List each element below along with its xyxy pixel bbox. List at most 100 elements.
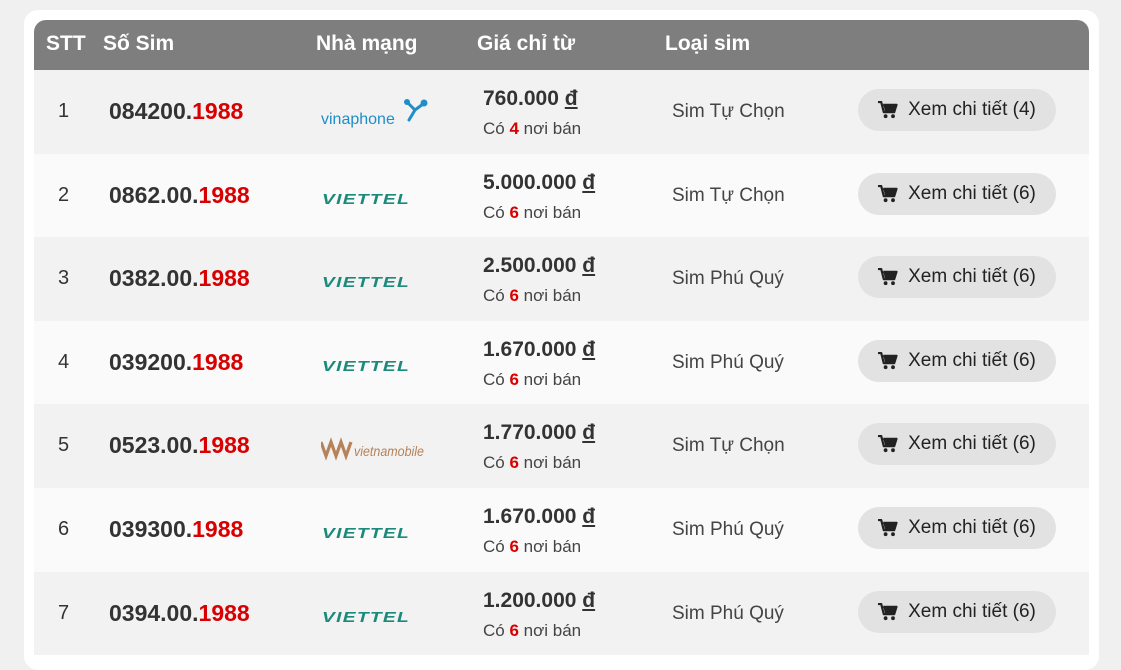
table-row: 3 0382.00.1988 VIETTEL 2.500.000 đ Có 6 … (34, 237, 1089, 321)
view-detail-label: Xem chi tiết (6) (908, 433, 1036, 455)
row-index: 6 (58, 517, 70, 540)
seller-prefix: Có (483, 536, 505, 556)
sim-number[interactable]: 039200.1988 (109, 349, 243, 376)
price-value: 760.000 (483, 87, 559, 110)
price-currency: đ (582, 337, 596, 361)
sim-number-prefix: 039300. (109, 515, 193, 542)
seller-prefix: Có (483, 286, 505, 306)
sim-type: Sim Phú Quý (672, 268, 784, 290)
price: 2.500.000 đ (483, 254, 595, 278)
seller-number: 6 (509, 202, 519, 222)
view-detail-label: Xem chi tiết (4) (908, 99, 1036, 120)
seller-number: 4 (509, 119, 519, 138)
sim-number[interactable]: 0394.00.1988 (109, 600, 250, 627)
seller-count: Có 6 nơi bán (483, 286, 581, 306)
price-currency: đ (582, 504, 596, 528)
sim-table: STT Số Sim Nhà mạng Giá chỉ từ Loại sim … (34, 20, 1089, 656)
view-detail-label: Xem chi tiết (6) (908, 266, 1036, 288)
cart-icon (878, 184, 898, 203)
sim-number-tail: 1988 (192, 515, 244, 542)
view-detail-button[interactable]: Xem chi tiết (6) (858, 506, 1056, 549)
seller-count: Có 6 nơi bán (483, 621, 581, 641)
sim-number-prefix: 0862.00. (109, 181, 199, 208)
sim-number[interactable]: 084200.1988 (109, 98, 243, 125)
price-currency: đ (582, 421, 596, 445)
sim-type: Sim Tự Chọn (672, 184, 785, 206)
carrier-logo-viettel: VIETTEL (321, 596, 433, 632)
table-row: 5 0523.00.1988 vietnamobile 1.770.000 đ … (34, 404, 1089, 488)
seller-count: Có 6 nơi bán (483, 203, 581, 223)
seller-number: 6 (509, 286, 519, 306)
sim-type: Sim Tự Chọn (672, 435, 785, 457)
seller-suffix: nơi bán (523, 536, 582, 556)
sim-number-prefix: 039200. (109, 348, 193, 375)
cart-icon (878, 351, 898, 370)
carrier-logo-viettel: VIETTEL (321, 178, 433, 214)
view-detail-button[interactable]: Xem chi tiết (6) (858, 256, 1056, 299)
seller-prefix: Có (483, 453, 505, 473)
cart-icon (878, 435, 898, 453)
price-value: 2.500.000 (483, 254, 577, 278)
sim-number-tail: 1988 (192, 348, 244, 375)
seller-suffix: nơi bán (523, 202, 582, 222)
table-row: 4 039200.1988 VIETTEL 1.670.000 đ Có 6 n… (34, 320, 1089, 405)
price-value: 5.000.000 (483, 170, 577, 194)
seller-suffix: nơi bán (523, 119, 582, 138)
carrier-logo-vinaphone: vinaphone (321, 94, 433, 130)
table-row: 1 084200.1988 vinaphone 760.000 đ Có 4 n… (34, 70, 1089, 154)
seller-number: 6 (509, 453, 519, 473)
header-stt: STT (46, 32, 86, 55)
sim-number-prefix: 0394.00. (109, 599, 199, 626)
sim-number-prefix: 0382.00. (109, 265, 199, 292)
seller-count: Có 6 nơi bán (483, 370, 581, 390)
svg-text:VIETTEL: VIETTEL (322, 609, 410, 626)
view-detail-button[interactable]: Xem chi tiết (6) (858, 172, 1056, 215)
view-detail-button[interactable]: Xem chi tiết (6) (858, 590, 1056, 633)
sim-number[interactable]: 039300.1988 (109, 516, 243, 543)
price: 760.000 đ (483, 87, 578, 111)
view-detail-button[interactable]: Xem chi tiết (4) (858, 89, 1056, 131)
seller-prefix: Có (483, 369, 505, 389)
sim-number[interactable]: 0862.00.1988 (109, 182, 250, 209)
view-detail-button[interactable]: Xem chi tiết (6) (858, 339, 1056, 382)
price-currency: đ (582, 170, 596, 194)
table-row: 6 039300.1988 VIETTEL 1.670.000 đ Có 6 n… (34, 487, 1089, 572)
view-detail-label: Xem chi tiết (6) (908, 182, 1036, 204)
svg-text:VIETTEL: VIETTEL (322, 274, 410, 291)
sim-number[interactable]: 0523.00.1988 (109, 432, 250, 459)
table-row: 2 0862.00.1988 VIETTEL 5.000.000 đ Có 6 … (34, 153, 1089, 238)
sim-type: Sim Phú Quý (672, 518, 784, 540)
svg-text:vietnamobile: vietnamobile (354, 443, 424, 459)
price-value: 1.670.000 (483, 337, 577, 361)
cart-icon (878, 101, 898, 119)
seller-prefix: Có (483, 119, 505, 138)
row-index: 7 (58, 601, 70, 624)
seller-count: Có 6 nơi bán (483, 537, 581, 557)
sim-number-tail: 1988 (198, 599, 250, 626)
sim-number[interactable]: 0382.00.1988 (109, 265, 250, 292)
sim-number-prefix: 0523.00. (109, 432, 199, 459)
price-value: 1.770.000 (483, 421, 577, 445)
seller-count: Có 6 nơi bán (483, 453, 581, 473)
row-index: 5 (58, 434, 70, 457)
table-body: 1 084200.1988 vinaphone 760.000 đ Có 4 n… (34, 70, 1089, 656)
header-loai-sim: Loại sim (665, 32, 751, 55)
cart-icon (878, 518, 898, 537)
sim-number-tail: 1988 (192, 98, 244, 124)
sim-number-tail: 1988 (198, 265, 250, 292)
price-currency: đ (582, 254, 596, 278)
price-currency: đ (582, 588, 596, 612)
price: 5.000.000 đ (483, 171, 595, 195)
seller-prefix: Có (483, 620, 505, 640)
view-detail-label: Xem chi tiết (6) (908, 516, 1036, 538)
price-value: 1.200.000 (483, 588, 577, 612)
view-detail-button[interactable]: Xem chi tiết (6) (858, 423, 1056, 466)
sim-number-prefix: 084200. (109, 98, 193, 124)
seller-number: 6 (509, 620, 519, 640)
seller-prefix: Có (483, 202, 505, 222)
header-nha-mang: Nhà mạng (316, 32, 418, 55)
sim-number-tail: 1988 (198, 432, 250, 459)
seller-number: 6 (509, 536, 519, 556)
price: 1.670.000 đ (483, 505, 595, 529)
row-index: 3 (58, 267, 70, 290)
